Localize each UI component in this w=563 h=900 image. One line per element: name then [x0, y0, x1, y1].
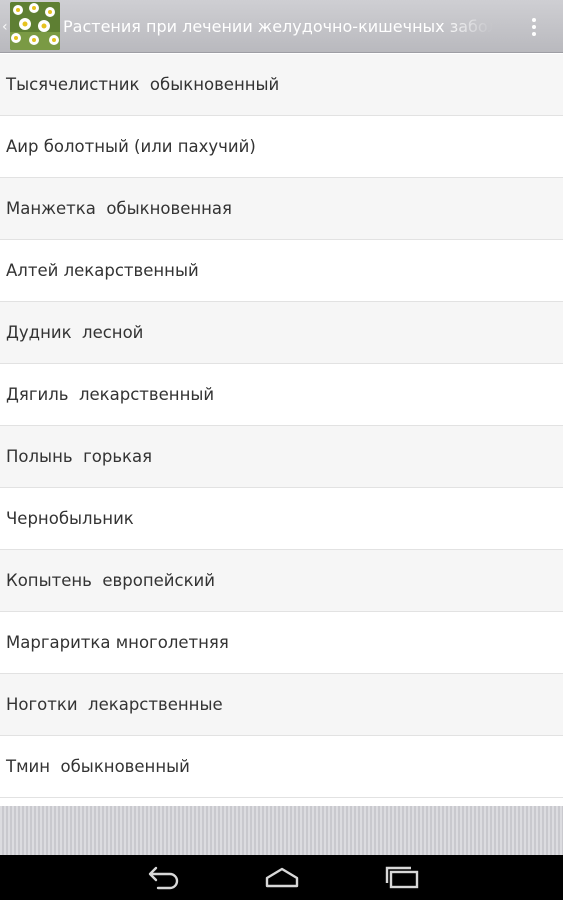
menu-dot — [532, 18, 536, 22]
menu-dot — [532, 32, 536, 36]
list-item[interactable]: Тысячелистник обыкновенный — [0, 54, 563, 116]
list-item[interactable]: Аир болотный (или пахучий) — [0, 116, 563, 178]
action-bar: ‹ Растения при лечении желудочно-кишечны… — [0, 0, 563, 53]
list-item[interactable]: Алтей лекарственный — [0, 240, 563, 302]
list-item[interactable]: Дягиль лекарственный — [0, 364, 563, 426]
list-item[interactable]: Чернобыльник — [0, 488, 563, 550]
list-item[interactable]: Полынь горькая — [0, 426, 563, 488]
back-icon[interactable] — [142, 864, 182, 890]
home-icon[interactable] — [262, 864, 302, 890]
chevron-left-icon[interactable]: ‹ — [2, 20, 10, 34]
list-item[interactable]: Копытень европейский — [0, 550, 563, 612]
system-nav-bar — [0, 855, 563, 900]
app-screen: ‹ Растения при лечении желудочно-кишечны… — [0, 0, 563, 900]
list-item[interactable]: Манжетка обыкновенная — [0, 178, 563, 240]
recent-apps-icon[interactable] — [382, 864, 422, 890]
plant-list: Тысячелистник обыкновенный Аир болотный … — [0, 54, 563, 798]
menu-dot — [532, 25, 536, 29]
overflow-menu-icon[interactable] — [525, 15, 543, 39]
page-title: Растения при лечении желудочно-кишечных … — [63, 17, 493, 36]
chamomile-app-icon[interactable] — [10, 2, 60, 50]
list-item[interactable]: Дудник лесной — [0, 302, 563, 364]
list-item[interactable]: Тмин обыкновенный — [0, 736, 563, 798]
list-item[interactable]: Маргаритка многолетняя — [0, 612, 563, 674]
list-item[interactable]: Ноготки лекарственные — [0, 674, 563, 736]
empty-list-area — [0, 806, 563, 855]
